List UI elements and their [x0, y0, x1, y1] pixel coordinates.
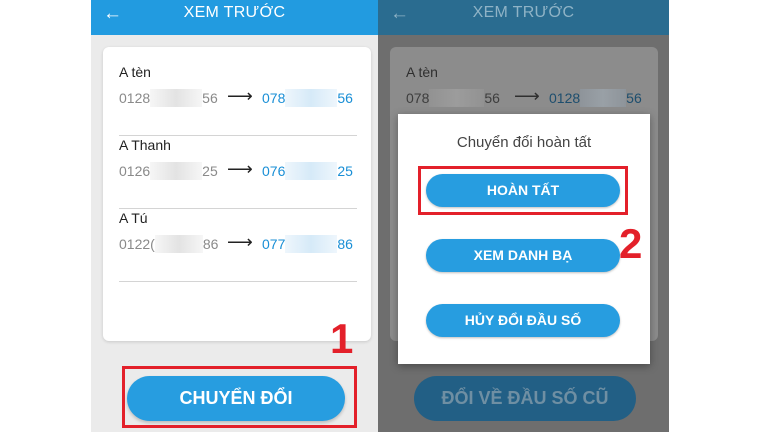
header-title: XEM TRƯỚC	[472, 4, 575, 21]
blurred-digits	[150, 89, 203, 107]
cancel-prefix-change-button[interactable]: HỦY ĐỔI ĐẦU SỐ	[426, 304, 620, 337]
step-number: 2	[619, 220, 643, 267]
number-row: 0126 25 ⟶ 076 25	[119, 159, 357, 182]
arrow-right-icon: ⟶	[227, 159, 253, 179]
contact-name: A tèn	[406, 64, 438, 80]
preview-screen-right: ← XEM TRƯỚC A tèn 078 56 ⟶ 0128 56 ĐỔI VỀ …	[378, 0, 669, 432]
dialog-title: Chuyển đổi hoàn tất	[456, 134, 592, 151]
new-number: 078 56	[262, 89, 353, 107]
new-number: 076 25	[262, 162, 353, 180]
number-row: 0128 56 ⟶ 078 56	[119, 86, 357, 109]
view-contacts-button[interactable]: XEM DANH BẠ	[426, 239, 620, 272]
number-row: 078 56 ⟶ 0128 56	[406, 86, 644, 109]
contact-item: A Thanh 0126 25 ⟶ 076 25	[119, 137, 357, 209]
blurred-digits	[429, 89, 485, 107]
contact-name: A Tú	[119, 210, 148, 226]
preview-screen-left: ← XEM TRƯỚC A tèn 0128 56 ⟶ 078 56 A Thanh…	[91, 0, 378, 432]
new-number: 077 86	[262, 235, 353, 253]
app-header: ← XEM TRƯỚC	[91, 0, 378, 35]
completion-dialog: Chuyển đổi hoàn tất HOÀN TẤT XEM DANH BẠ…	[398, 114, 650, 364]
blurred-digits	[285, 162, 338, 180]
contact-name: A tèn	[119, 64, 151, 80]
blurred-digits	[580, 89, 627, 107]
arrow-right-icon: ⟶	[227, 232, 253, 252]
revert-prefix-button[interactable]: ĐỔI VỀ ĐẦU SỐ CŨ	[414, 376, 636, 421]
contact-list-card: A tèn 0128 56 ⟶ 078 56 A Thanh 0126 25 ⟶ 07…	[103, 47, 371, 341]
arrow-right-icon: ⟶	[227, 86, 253, 106]
blurred-digits	[285, 235, 338, 253]
highlight-box	[418, 166, 628, 215]
old-number: 0122(86	[119, 235, 219, 253]
blurred-digits	[154, 235, 203, 253]
old-number: 078 56	[406, 89, 500, 107]
arrow-right-icon: ⟶	[514, 86, 540, 106]
highlight-box	[122, 366, 357, 428]
new-number: 0128 56	[549, 89, 642, 107]
step-number: 1	[330, 315, 354, 362]
app-header: ← XEM TRƯỚC	[378, 0, 669, 35]
contact-name: A Thanh	[119, 137, 171, 153]
blurred-digits	[285, 89, 338, 107]
number-row: 0122(86 ⟶ 077 86	[119, 232, 357, 255]
blurred-digits	[150, 162, 203, 180]
header-title: XEM TRƯỚC	[183, 4, 286, 21]
old-number: 0126 25	[119, 162, 218, 180]
old-number: 0128 56	[119, 89, 218, 107]
contact-item: A tèn 0128 56 ⟶ 078 56	[119, 64, 357, 136]
contact-item: A Tú 0122(86 ⟶ 077 86	[119, 210, 357, 282]
